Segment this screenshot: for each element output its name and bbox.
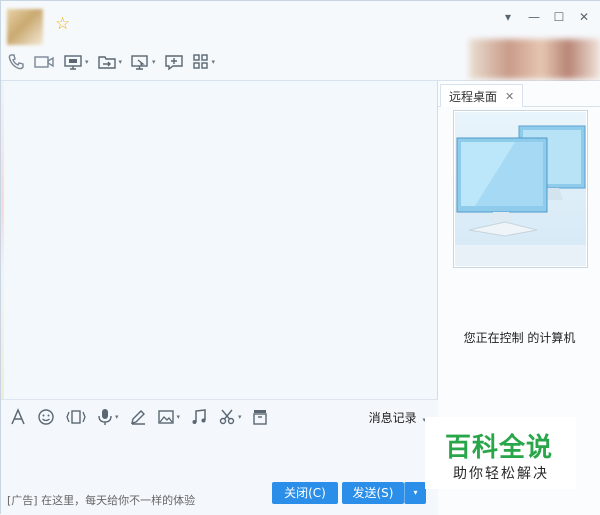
grid-icon: [192, 54, 208, 69]
apps-grid-button[interactable]: ▾: [192, 51, 216, 73]
input-toolbar: ▾ ▾ ▾ 消息记录 ▾: [1, 399, 438, 433]
tab-label: 远程桌面: [449, 89, 498, 104]
chat-window: ☆ ▾ — ☐ ✕ ▾ ▾ ▾ ▾ 远程桌面 ✕ 您正在控制 的计算机 ▾ ▾ …: [0, 0, 600, 515]
preview-footer: [455, 245, 586, 266]
microphone-icon: [98, 409, 112, 425]
message-input[interactable]: [广告] 在这里，每天给你不一样的体验 关闭(C) 发送(S) ▾: [1, 433, 438, 515]
close-icon[interactable]: ✕: [505, 90, 514, 103]
video-icon: [34, 56, 54, 68]
chevron-down-icon: ▾: [211, 58, 216, 66]
maximize-button[interactable]: ☐: [548, 9, 570, 25]
screenshot-button[interactable]: ▾: [218, 406, 242, 428]
phone-icon: [8, 54, 24, 70]
chevron-down-icon: ▾: [85, 58, 89, 66]
font-icon: [11, 408, 25, 425]
message-area[interactable]: [1, 81, 438, 399]
history-label: 消息记录: [368, 411, 417, 425]
remote-desktop-button[interactable]: ▾: [130, 51, 156, 73]
chevron-down-icon: ▾: [176, 413, 181, 421]
watermark-title: 百科全说: [445, 433, 554, 463]
watermark: 百科全说 助你轻松解决: [425, 417, 576, 489]
pencil-icon: [130, 410, 145, 425]
remote-status-text: 您正在控制 的计算机: [463, 331, 576, 345]
computer-icon: [456, 125, 586, 237]
remote-screen-preview: [453, 110, 588, 268]
voice-message-button[interactable]: ▾: [97, 406, 119, 428]
watermark-subtitle: 助你轻松解决: [453, 466, 549, 482]
chat-toolbar: ▾ ▾ ▾ ▾: [7, 51, 223, 73]
screen-share-icon: [64, 55, 82, 70]
monitors-illustration: [455, 112, 586, 245]
send-button[interactable]: 发送(S): [342, 482, 404, 504]
chevron-down-icon: ▾: [238, 413, 242, 421]
file-transfer-button[interactable]: ▾: [97, 51, 123, 73]
send-options-button[interactable]: ▾: [404, 482, 426, 504]
close-button[interactable]: ✕: [573, 9, 595, 25]
close-chat-button[interactable]: 关闭(C): [272, 482, 338, 504]
scissors-icon: [219, 409, 235, 425]
left-edge: [1, 81, 4, 399]
image-icon: [157, 410, 174, 424]
message-history-button[interactable]: 消息记录 ▾: [369, 409, 426, 426]
chevron-down-icon: ▾: [118, 58, 123, 66]
chevron-down-icon: ▾: [152, 58, 156, 66]
add-app-icon: [164, 55, 183, 71]
shake-window-button[interactable]: [65, 406, 87, 428]
menu-chevron-icon[interactable]: ▾: [497, 9, 519, 25]
archive-icon: [252, 410, 267, 425]
voice-call-button[interactable]: [7, 51, 25, 73]
chevron-down-icon: ▾: [115, 413, 119, 421]
profile-banner: [469, 39, 600, 79]
music-icon: [192, 409, 206, 424]
input-tools: ▾ ▾ ▾: [9, 406, 278, 428]
image-button[interactable]: ▾: [157, 406, 181, 428]
ad-text[interactable]: [广告] 在这里，每天给你不一样的体验: [7, 492, 195, 508]
star-icon[interactable]: ☆: [55, 15, 73, 33]
font-button[interactable]: [9, 406, 27, 428]
remote-desktop-icon: [131, 55, 148, 70]
emoji-button[interactable]: [37, 406, 55, 428]
video-call-button[interactable]: [33, 51, 55, 73]
avatar[interactable]: [7, 9, 43, 45]
shake-icon: [66, 410, 86, 424]
music-button[interactable]: [190, 406, 208, 428]
add-app-button[interactable]: [164, 51, 184, 73]
folder-transfer-icon: [97, 56, 116, 69]
side-tab-bar: 远程桌面 ✕: [438, 81, 600, 107]
screen-share-button[interactable]: ▾: [63, 51, 89, 73]
emoji-icon: [38, 409, 54, 425]
doodle-button[interactable]: [129, 406, 147, 428]
title-bar: ☆ ▾ — ☐ ✕ ▾ ▾ ▾ ▾: [1, 1, 600, 81]
archive-button[interactable]: [252, 406, 268, 428]
minimize-button[interactable]: —: [523, 9, 545, 25]
tab-remote-desktop[interactable]: 远程桌面 ✕: [440, 84, 524, 107]
